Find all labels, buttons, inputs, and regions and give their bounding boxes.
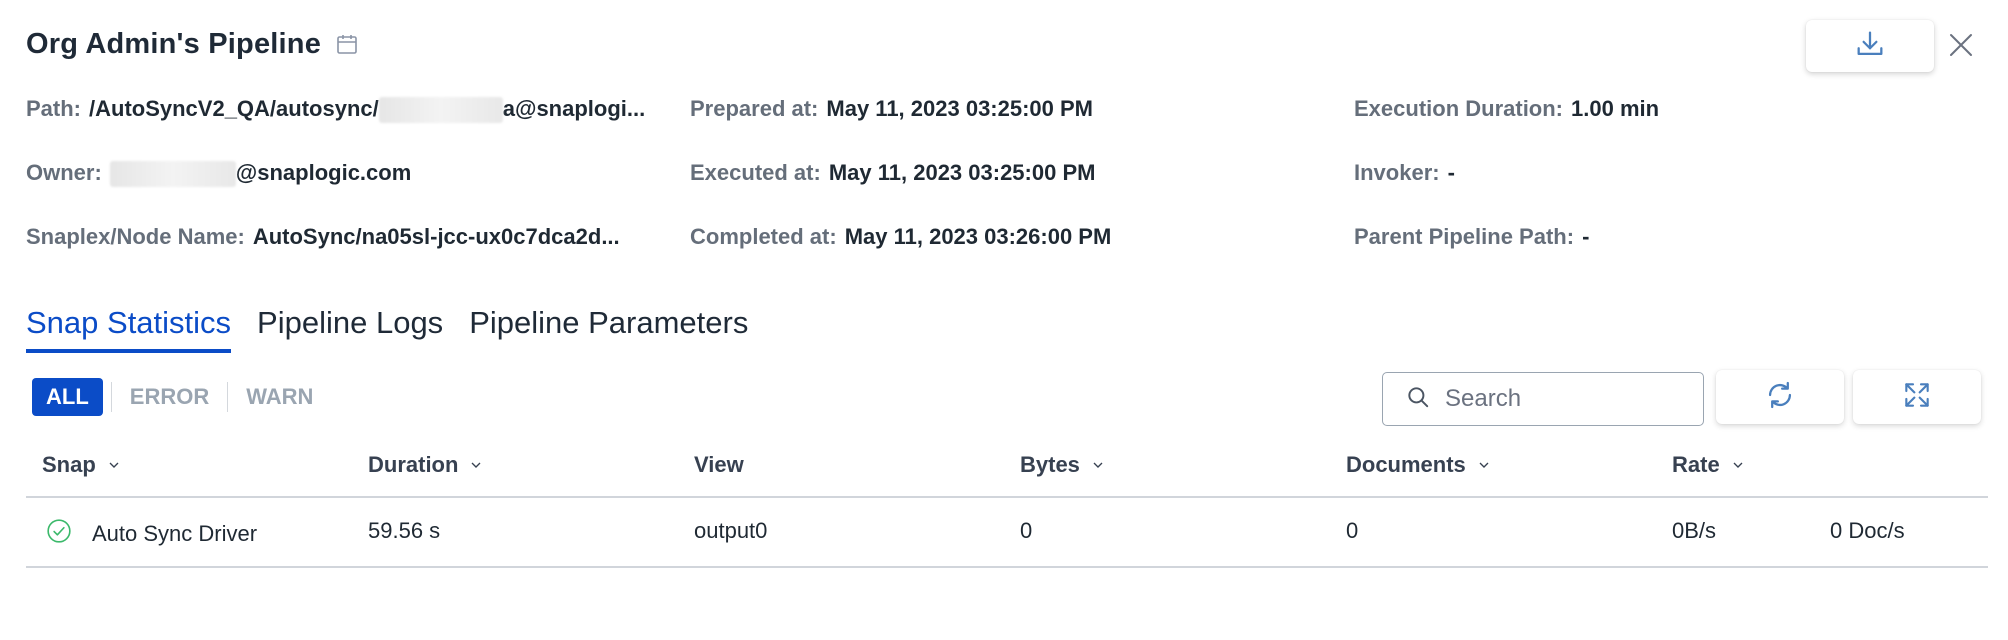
view-cell: output0 [694, 518, 768, 543]
chevron-down-icon [109, 462, 119, 468]
owner-field: Owner: @snaplogic.com [26, 160, 411, 188]
duration-cell: 59.56 s [368, 518, 441, 543]
chevron-down-icon [1479, 462, 1489, 468]
duration-value: 1.00 min [1571, 96, 1660, 121]
expand-button[interactable] [1853, 370, 1981, 424]
column-header-snap[interactable]: Snap [42, 452, 122, 478]
prepared-label: Prepared at: [690, 96, 819, 121]
column-label: Duration [368, 452, 459, 477]
duration-label: Execution Duration: [1354, 96, 1564, 121]
completed-label: Completed at: [690, 224, 837, 249]
invoker-value: - [1447, 160, 1455, 185]
search-icon [1405, 384, 1431, 415]
snaplex-field: Snaplex/Node Name: AutoSync/na05sl-jcc-u… [26, 224, 620, 250]
column-label: Snap [42, 452, 96, 477]
close-button[interactable] [1944, 30, 1978, 64]
prepared-value: May 11, 2023 03:25:00 PM [826, 96, 1094, 121]
duration-field: Execution Duration: 1.00 min [1354, 96, 1659, 122]
search-box[interactable] [1382, 372, 1704, 426]
column-label: Bytes [1020, 452, 1080, 477]
path-field: Path: /AutoSyncV2_QA/autosync/a@snaplogi… [26, 96, 645, 124]
path-value: /AutoSyncV2_QA/autosync/a@snaplogi... [89, 96, 645, 124]
parent-pipeline-value: - [1582, 224, 1590, 249]
prepared-field: Prepared at: May 11, 2023 03:25:00 PM [690, 96, 1093, 122]
filter-error-button[interactable]: ERROR [112, 384, 227, 410]
executed-label: Executed at: [690, 160, 821, 185]
snaplex-value: AutoSync/na05sl-jcc-ux0c7dca2d... [252, 224, 620, 249]
chevron-down-icon [471, 462, 481, 468]
rate-docs-cell: 0 Doc/s [1830, 518, 1905, 543]
bytes-cell: 0 [1020, 518, 1033, 543]
tab-bar: Snap Statistics Pipeline Logs Pipeline P… [26, 305, 748, 353]
parent-pipeline-field: Parent Pipeline Path: - [1354, 224, 1589, 250]
snap-cell: Auto Sync Driver [46, 518, 257, 550]
column-label: View [694, 452, 744, 477]
close-icon [1946, 30, 1976, 65]
expand-icon [1901, 379, 1933, 416]
filter-warn-button[interactable]: WARN [228, 384, 331, 410]
invoker-label: Invoker: [1354, 160, 1440, 185]
owner-value: @snaplogic.com [109, 160, 411, 188]
chevron-down-icon [1733, 462, 1743, 468]
table-row[interactable]: Auto Sync Driver 59.56 s output0 0 0 0B/… [26, 500, 1988, 568]
tab-pipeline-logs[interactable]: Pipeline Logs [257, 305, 443, 353]
completed-value: May 11, 2023 03:26:00 PM [844, 224, 1112, 249]
owner-label: Owner: [26, 160, 102, 185]
invoker-field: Invoker: - [1354, 160, 1455, 186]
snap-name: Auto Sync Driver [92, 521, 258, 546]
column-label: Rate [1672, 452, 1720, 477]
calendar-icon[interactable] [335, 32, 361, 58]
chevron-down-icon [1093, 462, 1103, 468]
column-header-duration[interactable]: Duration [368, 452, 484, 478]
tab-snap-statistics[interactable]: Snap Statistics [26, 305, 232, 353]
refresh-icon [1763, 378, 1797, 417]
filter-all-button[interactable]: ALL [32, 378, 103, 416]
column-header-rate[interactable]: Rate [1672, 452, 1746, 478]
download-button[interactable] [1806, 20, 1934, 72]
page-title: Org Admin's Pipeline [26, 28, 322, 60]
completed-field: Completed at: May 11, 2023 03:26:00 PM [690, 224, 1111, 250]
refresh-button[interactable] [1716, 370, 1844, 424]
column-header-view: View [694, 452, 744, 478]
table-header: Snap Duration View Bytes Documents Rate [26, 446, 1988, 498]
column-header-bytes[interactable]: Bytes [1020, 452, 1106, 478]
executed-field: Executed at: May 11, 2023 03:25:00 PM [690, 160, 1095, 186]
parent-pipeline-label: Parent Pipeline Path: [1354, 224, 1575, 249]
path-label: Path: [26, 96, 81, 121]
log-level-filters: ALL ERROR WARN [32, 378, 331, 416]
column-header-documents[interactable]: Documents [1346, 452, 1492, 478]
download-icon [1853, 27, 1887, 66]
check-circle-icon [46, 518, 72, 550]
snaplex-label: Snaplex/Node Name: [26, 224, 245, 249]
tab-pipeline-parameters[interactable]: Pipeline Parameters [469, 305, 748, 353]
executed-value: May 11, 2023 03:25:00 PM [828, 160, 1096, 185]
documents-cell: 0 [1346, 518, 1359, 543]
search-input[interactable] [1445, 385, 1675, 413]
rate-bytes-cell: 0B/s [1672, 518, 1717, 543]
header: Org Admin's Pipeline [26, 28, 361, 61]
column-label: Documents [1346, 452, 1466, 477]
